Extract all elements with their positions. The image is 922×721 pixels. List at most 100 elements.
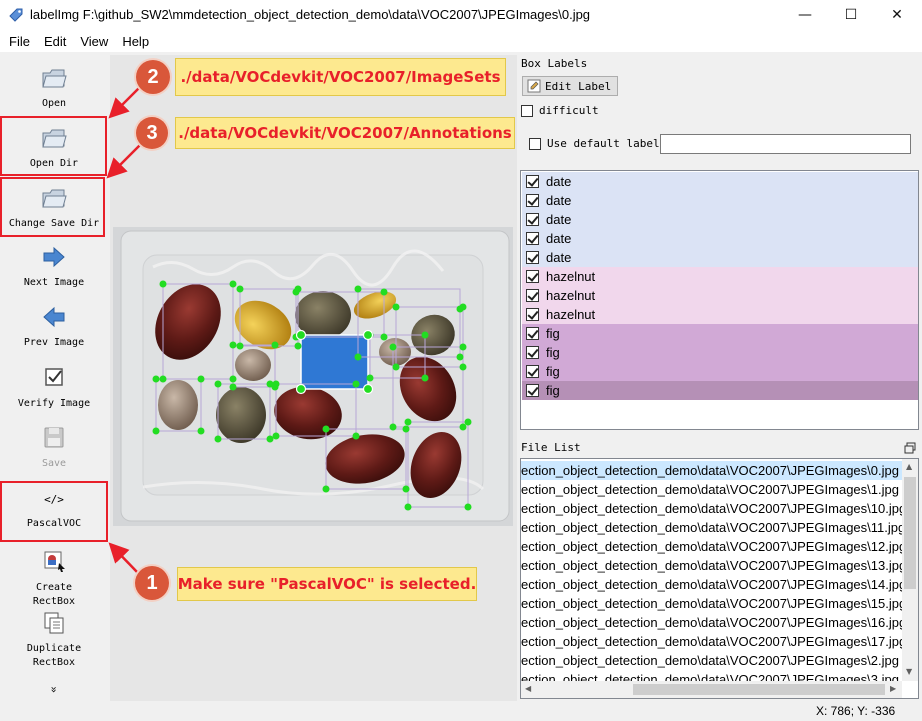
scroll-right-icon[interactable]: ▶ — [890, 684, 896, 693]
file-list-item[interactable]: ection_object_detection_demo\data\VOC200… — [521, 537, 906, 556]
save-button[interactable]: Save — [0, 425, 108, 471]
label-checkbox-icon[interactable] — [526, 289, 539, 302]
file-list-hscrollbar[interactable]: ◀ ▶ — [521, 681, 902, 698]
file-list-item[interactable]: ection_object_detection_demo\data\VOC200… — [521, 461, 902, 480]
use-default-label-box[interactable] — [529, 137, 541, 150]
duplicate-rectbox-label-1: Duplicate — [26, 643, 82, 654]
edit-pencil-icon — [527, 79, 541, 93]
label-checkbox-icon[interactable] — [526, 175, 539, 188]
menu-view[interactable]: View — [73, 34, 115, 49]
label-list-item[interactable]: date — [522, 210, 918, 229]
label-list-item[interactable]: fig — [522, 343, 918, 362]
step-3-callout: ./data/VOCdevkit/VOC2007/Annotations — [175, 117, 515, 149]
label-checkbox-icon[interactable] — [526, 251, 539, 264]
scroll-up-icon[interactable]: ▲ — [906, 462, 912, 471]
arrow-left-icon — [43, 306, 65, 328]
edit-label-text: Edit Label — [545, 79, 612, 93]
label-checkbox-icon[interactable] — [526, 232, 539, 245]
undock-icon[interactable] — [904, 442, 916, 454]
label-checkbox-icon[interactable] — [526, 270, 539, 283]
difficult-checkbox[interactable]: difficult — [521, 104, 599, 117]
label-checkbox-icon[interactable] — [526, 384, 539, 397]
label-list-item[interactable]: hazelnut — [522, 267, 918, 286]
open-button[interactable]: Open — [0, 65, 108, 111]
use-default-label-text: Use default label — [547, 137, 660, 150]
label-list-item[interactable]: date — [522, 172, 918, 191]
file-list-item[interactable]: ection_object_detection_demo\data\VOC200… — [521, 632, 906, 651]
file-list-item[interactable]: ection_object_detection_demo\data\VOC200… — [521, 594, 906, 613]
label-list-item[interactable]: hazelnut — [522, 305, 918, 324]
label-list-item[interactable]: hazelnut — [522, 286, 918, 305]
label-text: fig — [546, 345, 560, 360]
highlight-pascalvoc — [0, 481, 108, 542]
window-title: labelImg F:\github_SW2\mmdetection_objec… — [30, 7, 591, 22]
create-rectbox-icon — [44, 551, 65, 572]
default-label-input[interactable] — [660, 134, 911, 154]
label-checkbox-icon[interactable] — [526, 327, 539, 340]
file-list-vscroll-thumb[interactable] — [904, 477, 916, 589]
title-bar: labelImg F:\github_SW2\mmdetection_objec… — [0, 0, 922, 30]
label-list-item[interactable]: date — [522, 229, 918, 248]
minimize-button[interactable]: — — [782, 0, 828, 30]
edit-label-button[interactable]: Edit Label — [522, 76, 618, 96]
label-checkbox-icon[interactable] — [526, 346, 539, 359]
label-list-item[interactable]: fig — [522, 362, 918, 381]
label-list-item[interactable]: fig — [522, 381, 918, 400]
file-list-hscroll-thumb[interactable] — [633, 684, 885, 695]
label-list-item[interactable]: fig — [522, 324, 918, 343]
step-2-callout: ./data/VOCdevkit/VOC2007/ImageSets — [175, 58, 506, 96]
next-image-button[interactable]: Next Image — [0, 244, 108, 290]
label-checkbox-icon[interactable] — [526, 213, 539, 226]
duplicate-rectbox-label-2: RectBox — [32, 657, 76, 668]
label-checkbox-icon[interactable] — [526, 194, 539, 207]
menu-help[interactable]: Help — [115, 34, 156, 49]
label-list[interactable]: date date date date date hazelnut hazelnut haze… — [520, 170, 919, 430]
save-label: Save — [41, 458, 67, 469]
label-list-item[interactable]: date — [522, 248, 918, 267]
file-list[interactable]: ection_object_detection_demo\data\VOC200… — [520, 458, 919, 699]
duplicate-rectbox-button[interactable]: Duplicate RectBox — [0, 610, 108, 670]
verify-image-label: Verify Image — [17, 398, 91, 409]
create-rectbox-label-2: RectBox — [32, 596, 76, 607]
menu-bar: File Edit View Help — [0, 30, 922, 52]
annotated-photo[interactable] — [113, 227, 513, 526]
menu-edit[interactable]: Edit — [37, 34, 73, 49]
label-text: fig — [546, 326, 560, 341]
verify-image-button[interactable]: Verify Image — [0, 365, 108, 411]
create-rectbox-button[interactable]: Create RectBox — [0, 549, 108, 609]
label-text: fig — [546, 383, 560, 398]
file-list-item[interactable]: ection_object_detection_demo\data\VOC200… — [521, 499, 906, 518]
scroll-down-icon[interactable]: ▼ — [906, 667, 912, 676]
label-checkbox-icon[interactable] — [526, 365, 539, 378]
scroll-left-icon[interactable]: ◀ — [525, 684, 531, 693]
checkbox-icon — [45, 368, 63, 386]
toolbar-more-button[interactable]: » — [48, 680, 61, 700]
file-list-item[interactable]: ection_object_detection_demo\data\VOC200… — [521, 575, 906, 594]
arrow-right-icon — [43, 246, 65, 268]
maximize-button[interactable]: ☐ — [828, 0, 874, 30]
menu-file[interactable]: File — [0, 34, 37, 49]
label-list-item[interactable]: date — [522, 191, 918, 210]
file-list-item[interactable]: ection_object_detection_demo\data\VOC200… — [521, 556, 906, 575]
copy-icon — [44, 612, 64, 634]
close-button[interactable]: ✕ — [874, 0, 920, 30]
difficult-checkbox-box[interactable] — [521, 104, 533, 117]
file-list-vscrollbar[interactable]: ▲ ▼ — [902, 459, 918, 681]
use-default-label-checkbox[interactable]: Use default label — [529, 137, 660, 150]
step-1-callout: Make sure "PascalVOC" is selected. — [177, 567, 477, 601]
file-list-item[interactable]: ection_object_detection_demo\data\VOC200… — [521, 518, 905, 537]
status-bar: X: 786; Y: -336 — [0, 701, 922, 721]
label-checkbox-icon[interactable] — [526, 308, 539, 321]
folder-icon — [42, 69, 67, 88]
label-text: date — [546, 174, 572, 189]
step-3-badge: 3 — [136, 117, 168, 149]
prev-image-label: Prev Image — [23, 337, 85, 348]
label-text: date — [546, 231, 572, 246]
file-list-item[interactable]: ection_object_detection_demo\data\VOC200… — [521, 480, 902, 499]
label-text: date — [546, 212, 572, 227]
file-list-item[interactable]: ection_object_detection_demo\data\VOC200… — [521, 613, 906, 632]
file-list-title: File List — [521, 441, 581, 454]
file-list-item[interactable]: ection_object_detection_demo\data\VOC200… — [521, 651, 902, 670]
label-text: hazelnut — [546, 307, 596, 322]
prev-image-button[interactable]: Prev Image — [0, 304, 108, 350]
